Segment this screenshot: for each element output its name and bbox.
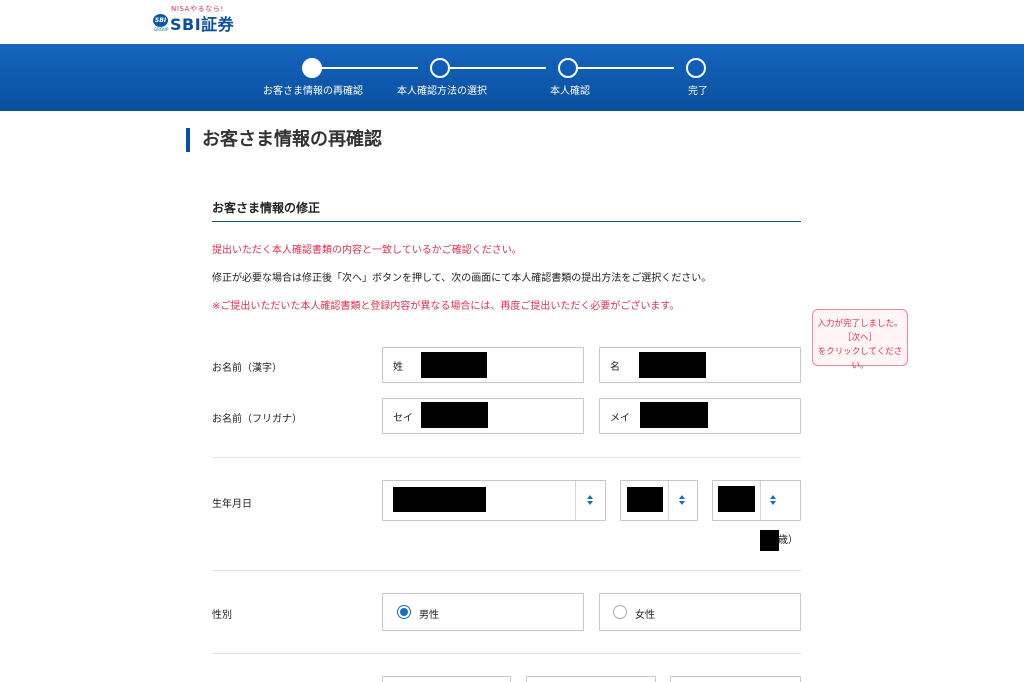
step-1-label: お客さま情報の再確認 — [263, 86, 363, 97]
select-arrows-icon — [679, 495, 687, 505]
tooltip-line-3: をクリックしてください。 — [817, 347, 903, 371]
redacted-value — [639, 352, 706, 378]
tooltip-line-1: 入力が完了しました。 — [817, 319, 903, 329]
sbi-group-badge-icon: SBI — [153, 14, 168, 27]
last-name-kanji-field[interactable]: 姓 — [382, 347, 584, 383]
gender-label: 性別 — [212, 610, 232, 621]
gender-male-label: 男性 — [419, 610, 439, 621]
step-connector — [322, 67, 418, 69]
redacted-value — [421, 352, 487, 378]
last-name-kana-field[interactable]: セイ — [382, 398, 584, 434]
radio-checked-icon[interactable] — [397, 605, 411, 619]
first-name-prefix: 名 — [610, 361, 620, 373]
select-arrows-icon — [770, 495, 778, 505]
birthdate-label: 生年月日 — [212, 499, 252, 510]
step-progress-bar: お客さま情報の再確認 本人確認方法の選択 本人確認 完了 — [0, 44, 1024, 111]
check-message: 提出いただく本人確認書類の内容と一致しているかご確認ください。 — [212, 245, 522, 256]
row-divider — [212, 653, 801, 654]
sbi-logo[interactable]: NISAやるなら! SBI GROUP SBI証券 — [153, 4, 243, 36]
gender-female-label: 女性 — [635, 610, 655, 621]
first-name-kana-prefix: メイ — [610, 412, 630, 424]
name-kanji-label: お名前（漢字） — [212, 363, 282, 374]
redacted-value — [627, 487, 663, 512]
step-connector — [578, 67, 674, 69]
redacted-value — [718, 486, 755, 512]
redacted-value — [393, 487, 486, 512]
next-row-field-1[interactable] — [382, 676, 511, 682]
step-4-circle-icon — [686, 58, 706, 78]
select-separator — [760, 481, 761, 520]
step-4-label: 完了 — [688, 86, 708, 97]
step-1-circle-icon — [302, 58, 322, 78]
first-name-kanji-field[interactable]: 名 — [599, 347, 801, 383]
sbi-group-badge-sub: GROUP — [154, 27, 169, 32]
top-header: NISAやるなら! SBI GROUP SBI証券 — [0, 0, 1024, 44]
gender-female-option[interactable]: 女性 — [599, 593, 801, 631]
last-name-kana-prefix: セイ — [393, 412, 413, 424]
step-3-label: 本人確認 — [550, 86, 590, 97]
age-suffix: 歳） — [778, 535, 798, 546]
birth-day-select[interactable] — [712, 480, 801, 521]
tooltip-line-2: ［次へ］ — [842, 333, 877, 343]
completion-tooltip: 入力が完了しました。 ［次へ］ をクリックしてください。 — [812, 309, 908, 371]
section-title: お客さま情報の修正 — [212, 201, 321, 215]
instruction-message: 修正が必要な場合は修正後「次へ」ボタンを押して、次の画面にて本人確認書類の提出方… — [212, 273, 712, 284]
section-divider — [212, 221, 801, 222]
redacted-age — [760, 530, 779, 551]
step-2-label: 本人確認方法の選択 — [397, 86, 487, 97]
select-separator — [575, 481, 576, 520]
brand-name: SBI証券 — [170, 15, 235, 34]
select-separator — [668, 481, 669, 520]
page-title: お客さま情報の再確認 — [186, 128, 382, 152]
birth-year-select[interactable] — [382, 480, 606, 521]
radio-unchecked-icon[interactable] — [613, 605, 627, 619]
last-name-prefix: 姓 — [393, 361, 403, 373]
birth-month-select[interactable] — [620, 480, 698, 521]
redacted-value — [640, 402, 708, 428]
next-row-field-2[interactable] — [526, 676, 656, 682]
row-divider — [212, 570, 801, 571]
note-message: ※ご提出いただいた本人確認書類と登録内容が異なる場合には、再度ご提出いただく必要… — [212, 301, 680, 312]
step-2-circle-icon — [430, 58, 450, 78]
next-row-field-3[interactable] — [670, 676, 801, 682]
step-3-circle-icon — [558, 58, 578, 78]
row-divider — [212, 457, 801, 458]
name-kana-label: お名前（フリガナ） — [212, 414, 302, 425]
gender-male-option[interactable]: 男性 — [382, 593, 584, 631]
first-name-kana-field[interactable]: メイ — [599, 398, 801, 434]
select-arrows-icon — [587, 495, 595, 505]
redacted-value — [421, 402, 488, 428]
step-connector — [450, 67, 546, 69]
